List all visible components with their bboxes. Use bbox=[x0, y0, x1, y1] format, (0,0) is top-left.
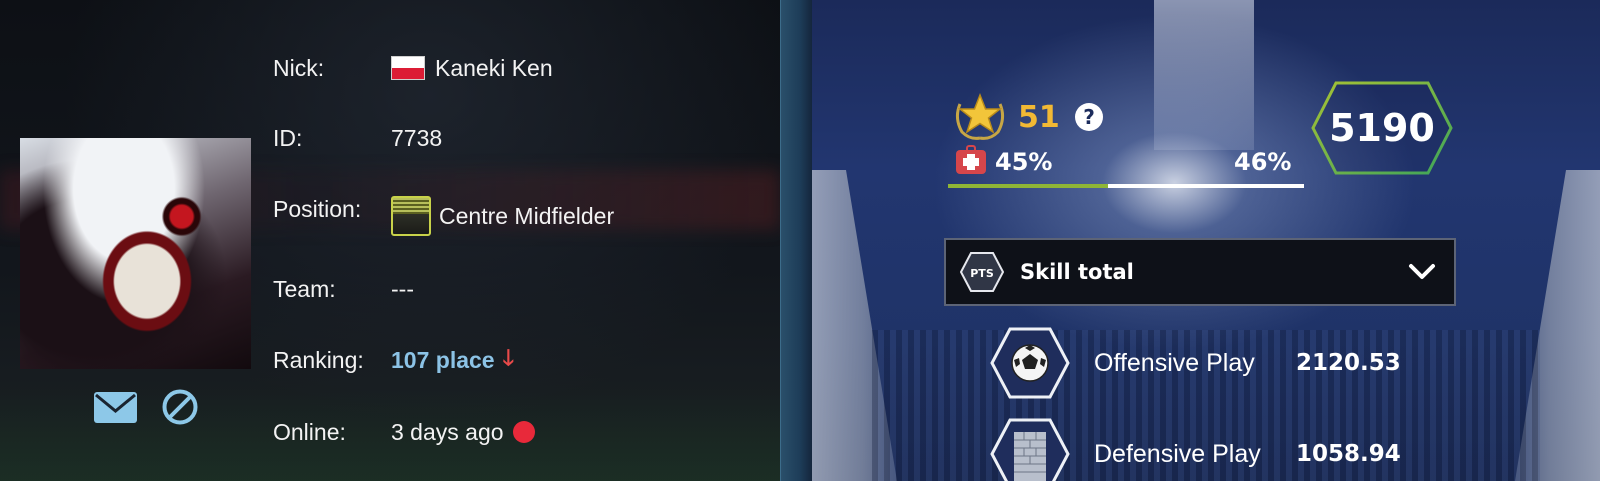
skill-value: 1058.94 bbox=[1296, 441, 1401, 467]
online-row: Online: 3 days ago bbox=[273, 415, 535, 449]
block-icon[interactable] bbox=[161, 388, 199, 426]
avatar-actions bbox=[93, 388, 203, 428]
brick-wall-icon bbox=[990, 418, 1070, 481]
id-value: 7738 bbox=[391, 124, 443, 151]
stadium-light bbox=[1154, 0, 1254, 150]
team-row: Team: --- bbox=[273, 272, 414, 306]
chevron-down-icon[interactable] bbox=[1408, 263, 1436, 281]
offline-dot-icon bbox=[512, 421, 535, 443]
position-value: Centre Midfielder bbox=[439, 202, 615, 229]
pts-badge-text: PTS bbox=[970, 267, 994, 280]
profile-panel: Nick: Kaneki Ken ID: 7738 Position: Cent… bbox=[0, 0, 780, 481]
envelope-icon[interactable] bbox=[93, 388, 138, 426]
ranking-label: Ranking: bbox=[273, 346, 364, 373]
skill-row-defensive: Defensive Play 1058.94 bbox=[990, 418, 1401, 481]
medical-kit-icon bbox=[956, 145, 986, 174]
skill-label: Defensive Play bbox=[1094, 439, 1261, 468]
level-value: 51 bbox=[1018, 100, 1060, 135]
nick-row: Nick: Kaneki Ken bbox=[273, 51, 553, 85]
arrow-down-icon: 🡓 bbox=[502, 345, 515, 370]
nick-label: Nick: bbox=[273, 54, 325, 81]
nick-value: Kaneki Ken bbox=[435, 54, 553, 81]
position-label: Position: bbox=[273, 196, 362, 222]
skill-category-dropdown[interactable]: PTS Skill total bbox=[944, 238, 1456, 306]
skill-row-offensive: Offensive Play 2120.53 bbox=[990, 327, 1401, 399]
team-value: --- bbox=[391, 275, 414, 302]
midfielder-position-icon bbox=[391, 196, 431, 236]
team-label: Team: bbox=[273, 275, 336, 302]
skill-label: Offensive Play bbox=[1094, 348, 1255, 377]
skills-panel: 51 ? 45% 46% 5190 PTS Skill total Offens… bbox=[812, 0, 1600, 481]
player-profile-page: Nick: Kaneki Ken ID: 7738 Position: Cent… bbox=[0, 0, 1600, 481]
id-row: ID: 7738 bbox=[273, 121, 442, 155]
health-progress-bar bbox=[948, 184, 1304, 188]
pts-badge-icon: PTS bbox=[960, 252, 1004, 292]
position-row: Position: Centre Midfielder bbox=[273, 196, 614, 236]
online-value-group: 3 days ago bbox=[391, 419, 535, 446]
ranking-row: Ranking: 107 place 🡓 bbox=[273, 343, 514, 377]
skill-total-value: 5190 bbox=[1329, 106, 1435, 150]
question-icon[interactable]: ? bbox=[1075, 103, 1103, 131]
avatar bbox=[20, 138, 251, 369]
fitness-percent: 46% bbox=[1234, 148, 1292, 176]
online-label: Online: bbox=[273, 418, 346, 445]
ranking-value-group[interactable]: 107 place 🡓 bbox=[391, 341, 514, 379]
skill-value: 2120.53 bbox=[1296, 350, 1401, 376]
health-percent: 45% bbox=[995, 148, 1053, 176]
football-icon bbox=[990, 327, 1070, 399]
dropdown-selected-label: Skill total bbox=[1020, 260, 1134, 284]
nick-value-group: Kaneki Ken bbox=[391, 55, 553, 82]
ranking-value[interactable]: 107 place bbox=[391, 347, 495, 374]
star-laurel-icon bbox=[955, 92, 1005, 140]
position-value-group: Centre Midfielder bbox=[391, 196, 614, 236]
online-value: 3 days ago bbox=[391, 418, 504, 445]
health-progress-fill bbox=[948, 184, 1109, 188]
poland-flag-icon bbox=[391, 56, 425, 80]
id-label: ID: bbox=[273, 124, 303, 151]
panel-divider bbox=[780, 0, 813, 481]
